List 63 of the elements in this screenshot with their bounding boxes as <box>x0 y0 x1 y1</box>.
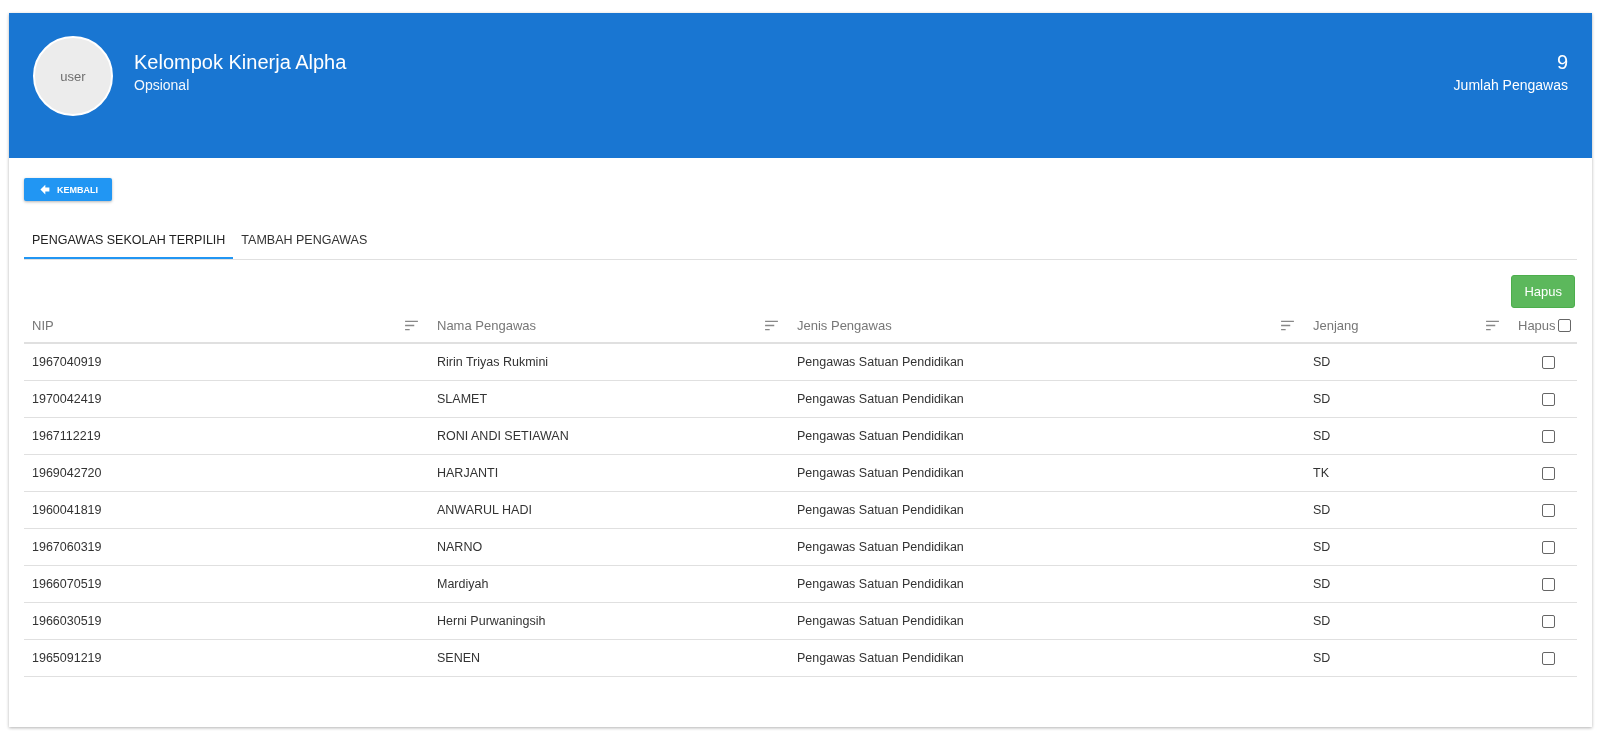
table-cell: Pengawas Satuan Pendidikan <box>797 651 964 665</box>
group-subtitle: Opsional <box>134 77 191 93</box>
row-checkbox[interactable] <box>1542 540 1555 554</box>
table-cell: SD <box>1313 540 1331 554</box>
table-cell: SD <box>1313 429 1331 443</box>
table-cell: Pengawas Satuan Pendidikan <box>797 503 964 517</box>
table-cell: Pengawas Satuan Pendidikan <box>797 355 964 369</box>
arrow-left-icon <box>38 183 51 196</box>
table-cell: Mardiyah <box>437 577 489 591</box>
table-cell: HARJANTI <box>437 466 499 480</box>
table-cell: SENEN <box>437 651 481 665</box>
row-checkbox[interactable] <box>1542 503 1555 517</box>
group-title: Kelompok Kinerja Alpha <box>134 51 347 74</box>
table-cell: TK <box>1313 466 1329 480</box>
sort-icon[interactable] <box>404 319 419 331</box>
table-cell: Pengawas Satuan Pendidikan <box>797 429 964 443</box>
table-cell: 1967040919 <box>32 355 102 369</box>
tab[interactable]: PENGAWAS SEKOLAH TERPILIH <box>24 223 234 259</box>
sort-icon[interactable] <box>1485 319 1500 331</box>
table-cell: 1969042720 <box>32 466 102 480</box>
table-cell: Pengawas Satuan Pendidikan <box>797 392 964 406</box>
table-cell: Pengawas Satuan Pendidikan <box>797 540 964 554</box>
table-cell: 1966030519 <box>32 614 102 628</box>
sort-icon[interactable] <box>764 319 779 331</box>
table-cell: 1970042419 <box>32 392 102 406</box>
column-header: Hapus <box>1518 317 1556 333</box>
column-header: Nama Pengawas <box>437 317 536 333</box>
select-all-checkbox[interactable] <box>1557 318 1571 332</box>
row-checkbox[interactable] <box>1542 355 1555 369</box>
row-checkbox[interactable] <box>1542 577 1555 591</box>
table-cell: 1960041819 <box>32 503 102 517</box>
row-checkbox[interactable] <box>1542 392 1555 406</box>
tab[interactable]: TAMBAH PENGAWAS <box>233 223 376 259</box>
row-checkbox[interactable] <box>1542 651 1555 665</box>
table-cell: SLAMET <box>437 392 487 406</box>
supervisor-count: 9 <box>1555 51 1568 74</box>
table-cell: SD <box>1313 355 1331 369</box>
table-cell: SD <box>1313 503 1331 517</box>
row-checkbox[interactable] <box>1542 429 1555 443</box>
column-header: NIP <box>32 317 54 333</box>
table-cell: Pengawas Satuan Pendidikan <box>797 577 964 591</box>
table-cell: Pengawas Satuan Pendidikan <box>797 466 964 480</box>
table-cell: 1967112219 <box>32 429 101 443</box>
table-cell: 1965091219 <box>32 651 102 665</box>
table-cell: RONI ANDI SETIAWAN <box>437 429 569 443</box>
table-cell: SD <box>1313 651 1331 665</box>
table-cell: Ririn Triyas Rukmini <box>437 355 549 369</box>
table-cell: ANWARUL HADI <box>437 503 532 517</box>
sort-icon[interactable] <box>1280 319 1295 331</box>
row-checkbox[interactable] <box>1542 614 1555 628</box>
table-cell: SD <box>1313 614 1331 628</box>
table-cell: SD <box>1313 392 1331 406</box>
avatar-alt-text: user <box>60 68 86 84</box>
column-header: Jenis Pengawas <box>797 317 892 333</box>
table-cell: NARNO <box>437 540 483 554</box>
column-header: Jenjang <box>1313 317 1359 333</box>
row-checkbox[interactable] <box>1542 466 1555 480</box>
table-cell: 1967060319 <box>32 540 102 554</box>
table-cell: Herni Purwaningsih <box>437 614 546 628</box>
table-cell: 1966070519 <box>32 577 102 591</box>
supervisor-count-label: Jumlah Pengawas <box>1453 77 1568 93</box>
table-cell: Pengawas Satuan Pendidikan <box>797 614 964 628</box>
table-cell: SD <box>1313 577 1331 591</box>
